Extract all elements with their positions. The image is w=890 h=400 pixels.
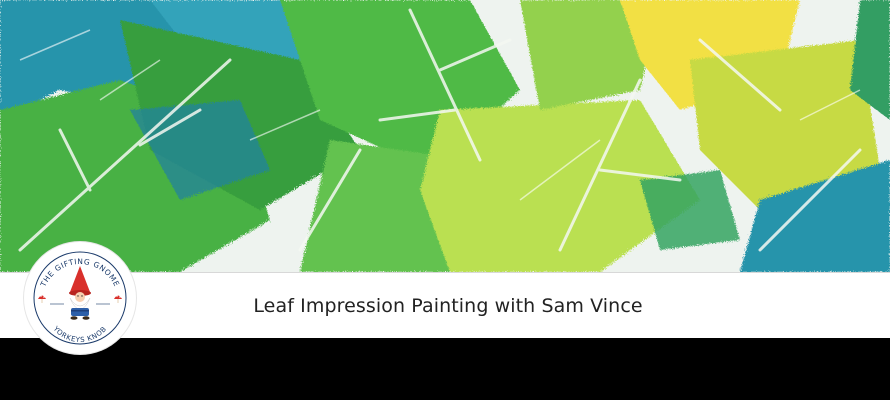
logo-bottom-text: YORKEYS KNOB [51, 324, 108, 344]
event-banner: Leaf Impression Painting with Sam Vince … [0, 0, 890, 400]
gifting-gnome-logo: THE GIFTING GNOME YORKEYS KNOB [24, 242, 136, 354]
mushroom-icon [38, 295, 46, 303]
leaf-painting-artwork [0, 0, 890, 272]
gnome-icon [69, 266, 91, 320]
event-title: Leaf Impression Painting with Sam Vince [253, 295, 643, 317]
mushroom-icon [114, 295, 122, 303]
